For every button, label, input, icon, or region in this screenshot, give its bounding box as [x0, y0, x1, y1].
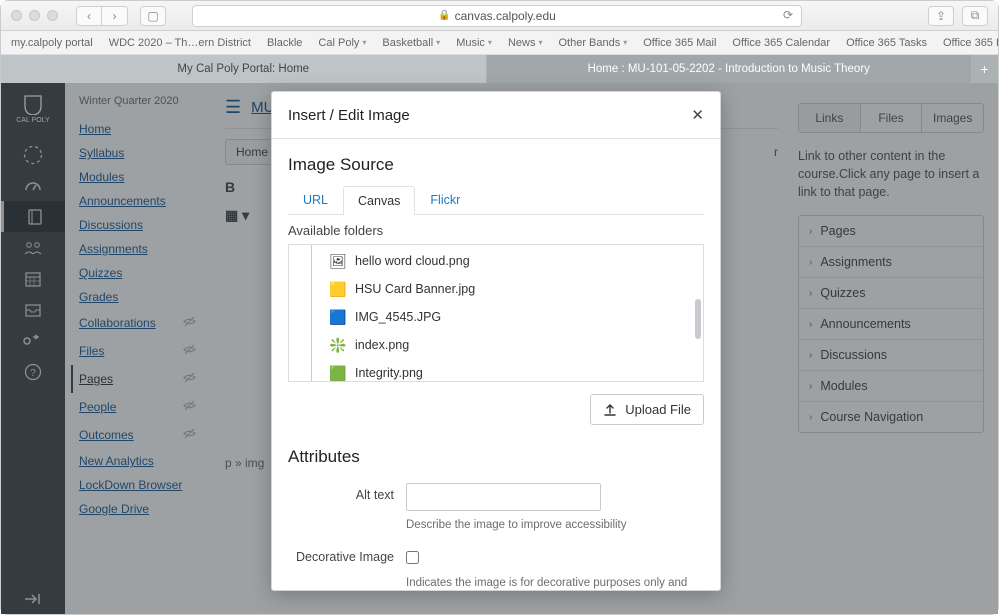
url-bar[interactable]: 🔒 canvas.calpoly.edu ⟳: [192, 5, 802, 27]
decorative-checkbox[interactable]: [406, 551, 419, 564]
insert-image-modal: Insert / Edit Image ✕ Image Source URLCa…: [271, 91, 721, 591]
file-name: hello word cloud.png: [355, 254, 470, 268]
modal-title: Insert / Edit Image: [288, 107, 410, 124]
minimize-window[interactable]: [29, 10, 40, 21]
file-icon: ❇️: [329, 336, 347, 354]
close-window[interactable]: [11, 10, 22, 21]
favorite-item[interactable]: Office 365 Mail: [643, 37, 716, 49]
forward-button[interactable]: ›: [102, 6, 128, 26]
file-browser[interactable]: 🖼 hello word cloud.png 🟨 HSU Card Banner.jp…: [288, 244, 704, 382]
zoom-window[interactable]: [47, 10, 58, 21]
url-text: canvas.calpoly.edu: [455, 9, 556, 23]
upload-file-button[interactable]: Upload File: [590, 394, 704, 425]
file-row[interactable]: 🟩 Integrity.png: [289, 359, 703, 382]
file-icon: 🟦: [329, 308, 347, 326]
source-tab[interactable]: URL: [288, 185, 343, 214]
file-row[interactable]: ❇️ index.png: [289, 331, 703, 359]
file-name: HSU Card Banner.jpg: [355, 282, 475, 296]
favorite-item[interactable]: Office 365 People: [943, 37, 998, 49]
available-folders-label: Available folders: [288, 223, 704, 238]
browser-tab[interactable]: My Cal Poly Portal: Home: [1, 55, 487, 83]
browser-titlebar: ‹ › ▢ 🔒 canvas.calpoly.edu ⟳ ⇪ ⧉: [1, 1, 998, 31]
favorite-item[interactable]: my.calpoly portal: [11, 37, 93, 49]
reload-icon[interactable]: ⟳: [783, 8, 793, 22]
upload-icon: [603, 403, 617, 417]
attributes-heading: Attributes: [288, 447, 704, 467]
alt-text-input[interactable]: [406, 483, 601, 511]
favorite-item[interactable]: News▾: [508, 37, 543, 49]
share-button[interactable]: ⇪: [928, 6, 954, 26]
decorative-label: Decorative Image: [288, 545, 406, 564]
lock-icon: 🔒: [438, 10, 450, 21]
file-name: IMG_4545.JPG: [355, 310, 441, 324]
tabs-button[interactable]: ⧉: [962, 6, 988, 26]
tab-bar: My Cal Poly Portal: HomeHome : MU-101-05…: [1, 55, 998, 83]
new-tab-button[interactable]: +: [972, 55, 998, 83]
favorite-item[interactable]: Music▾: [456, 37, 492, 49]
sidebar-button[interactable]: ▢: [140, 6, 166, 26]
source-tab[interactable]: Flickr: [415, 185, 475, 214]
modal-title-bar: Insert / Edit Image ✕: [272, 92, 720, 139]
file-row[interactable]: 🖼 hello word cloud.png: [289, 247, 703, 275]
file-name: Integrity.png: [355, 366, 423, 380]
alt-text-hint: Describe the image to improve accessibil…: [406, 517, 704, 533]
file-icon: 🖼: [329, 252, 347, 270]
source-tab[interactable]: Canvas: [343, 186, 415, 215]
browser-tab[interactable]: Home : MU-101-05-2202 - Introduction to …: [487, 55, 973, 83]
favorite-item[interactable]: Blackle: [267, 37, 302, 49]
favorite-item[interactable]: Cal Poly▾: [318, 37, 366, 49]
window-controls: [11, 10, 58, 21]
source-tabs: URLCanvasFlickr: [288, 185, 704, 215]
favorite-item[interactable]: Other Bands▾: [558, 37, 627, 49]
file-row[interactable]: 🟨 HSU Card Banner.jpg: [289, 275, 703, 303]
file-icon: 🟩: [329, 364, 347, 382]
decorative-hint: Indicates the image is for decorative pu…: [406, 575, 704, 590]
file-name: index.png: [355, 338, 409, 352]
favorite-item[interactable]: Office 365 Calendar: [732, 37, 830, 49]
scrollbar[interactable]: [695, 299, 701, 339]
file-icon: 🟨: [329, 280, 347, 298]
close-icon[interactable]: ✕: [691, 106, 704, 124]
favorite-item[interactable]: WDC 2020 – Th…ern District: [109, 37, 251, 49]
favorite-item[interactable]: Office 365 Tasks: [846, 37, 927, 49]
alt-text-label: Alt text: [288, 483, 406, 502]
file-row[interactable]: 🟦 IMG_4545.JPG: [289, 303, 703, 331]
favorites-bar: my.calpoly portal WDC 2020 – Th…ern Distr…: [1, 31, 998, 55]
back-button[interactable]: ‹: [76, 6, 102, 26]
favorite-item[interactable]: Basketball▾: [382, 37, 440, 49]
image-source-heading: Image Source: [288, 155, 704, 175]
upload-file-label: Upload File: [625, 402, 691, 417]
